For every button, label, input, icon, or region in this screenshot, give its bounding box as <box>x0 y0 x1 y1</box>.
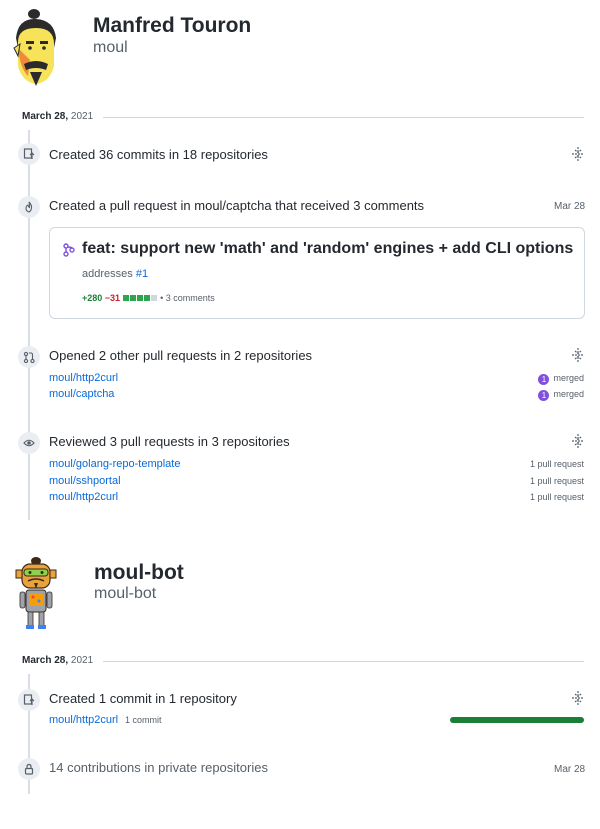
diff-stats: +280 −31 • 3 comments <box>82 293 215 303</box>
repo-link[interactable]: moul/http2curl <box>49 714 118 726</box>
review-count: 1 pull request <box>529 459 584 469</box>
date-heading: March 28, 2021 <box>22 111 93 122</box>
merged-label: merged <box>553 373 584 383</box>
profile-name[interactable]: moul-bot <box>94 561 184 585</box>
commit-count: 1 commit <box>125 715 162 725</box>
review-count: 1 pull request <box>529 492 584 502</box>
event-title[interactable]: Opened 2 other pull requests in 2 reposi… <box>49 348 312 363</box>
expand-icon[interactable] <box>571 690 585 706</box>
event-title[interactable]: Created a pull request in moul/captcha t… <box>49 198 424 213</box>
avatar[interactable] <box>10 8 62 88</box>
issue-link[interactable]: #1 <box>136 268 148 280</box>
merged-count-badge: 1 <box>538 390 550 401</box>
merged-count-badge: 1 <box>538 374 550 385</box>
merged-label: merged <box>553 389 584 399</box>
date-divider <box>103 117 584 118</box>
repo-link[interactable]: moul/sshportal <box>49 475 121 487</box>
event-title[interactable]: Created 36 commits in 18 repositories <box>49 147 268 162</box>
eye-icon <box>18 432 40 454</box>
pull-request-body-text: addresses <box>82 268 133 280</box>
avatar[interactable] <box>12 556 60 632</box>
repo-push-icon <box>18 689 40 711</box>
event-date: Mar 28 <box>554 764 586 775</box>
commit-share-bar <box>450 717 584 723</box>
profile-name[interactable]: Manfred Touron <box>93 14 251 38</box>
repo-push-icon <box>18 143 40 165</box>
diffstat-bar <box>122 293 158 303</box>
repo-link[interactable]: moul/http2curl <box>49 372 118 384</box>
expand-icon[interactable] <box>571 146 585 162</box>
date-heading: March 28, 2021 <box>22 655 93 666</box>
date-month-day: March 28, <box>22 655 69 666</box>
repo-link[interactable]: moul/golang-repo-template <box>49 458 180 470</box>
profile-login[interactable]: moul <box>93 39 128 57</box>
event-title[interactable]: Reviewed 3 pull requests in 3 repositori… <box>49 434 290 449</box>
git-pull-request-icon <box>18 196 40 218</box>
comments-count[interactable]: • 3 comments <box>160 293 215 303</box>
repo-link[interactable]: moul/captcha <box>49 388 114 400</box>
profile-login[interactable]: moul-bot <box>94 585 156 603</box>
pull-request-card: feat: support new 'math' and 'random' en… <box>49 227 585 319</box>
git-compare-icon <box>18 346 40 368</box>
expand-icon[interactable] <box>571 347 585 363</box>
pr-status: 1 merged <box>538 389 584 401</box>
lock-icon <box>18 758 40 780</box>
deletions-count: −31 <box>104 293 121 303</box>
repo-link[interactable]: moul/http2curl <box>49 491 118 503</box>
commit-share-track <box>450 717 584 723</box>
event-title[interactable]: Created 1 commit in 1 repository <box>49 691 237 706</box>
date-divider <box>103 661 584 662</box>
pull-request-body: addresses #1 <box>82 268 148 280</box>
event-date: Mar 28 <box>554 201 586 212</box>
event-title: 14 contributions in private repositories <box>49 760 268 775</box>
date-year: 2021 <box>70 111 94 122</box>
pr-status: 1 merged <box>538 373 584 385</box>
review-count: 1 pull request <box>529 476 584 486</box>
expand-icon[interactable] <box>571 433 585 449</box>
pull-request-title[interactable]: feat: support new 'math' and 'random' en… <box>82 240 573 258</box>
timeline-line <box>28 130 30 520</box>
additions-count: +280 <box>82 293 103 303</box>
date-month-day: March 28, <box>22 111 69 122</box>
date-year: 2021 <box>70 655 94 666</box>
pull-request-open-icon <box>63 243 75 257</box>
